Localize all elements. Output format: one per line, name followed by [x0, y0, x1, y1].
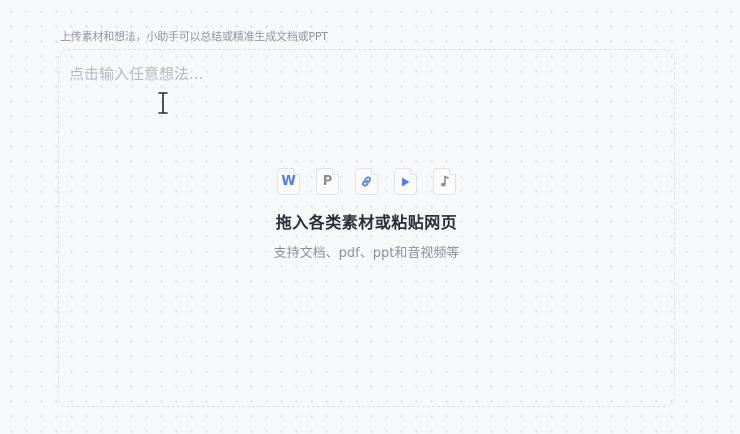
idea-input[interactable] — [59, 50, 674, 98]
video-file-icon — [394, 168, 417, 195]
drop-title: 拖入各类素材或粘贴网页 — [275, 213, 458, 232]
audio-file-icon — [433, 168, 456, 195]
word-file-icon: W — [277, 168, 300, 195]
text-cursor-icon — [158, 92, 168, 114]
link-file-icon — [355, 168, 378, 195]
drop-zone[interactable]: W P 拖入各类素材或粘贴网页 支持文档、pdf、ppt和音视频等 — [59, 168, 674, 261]
upload-hint: 上传素材和想法，小助手可以总结或精准生成文档或PPT — [60, 30, 328, 43]
pdf-file-icon: P — [316, 168, 339, 195]
drop-subtitle: 支持文档、pdf、ppt和音视频等 — [273, 246, 460, 261]
upload-panel[interactable]: W P — [58, 49, 675, 407]
file-type-icons: W P — [277, 168, 456, 195]
